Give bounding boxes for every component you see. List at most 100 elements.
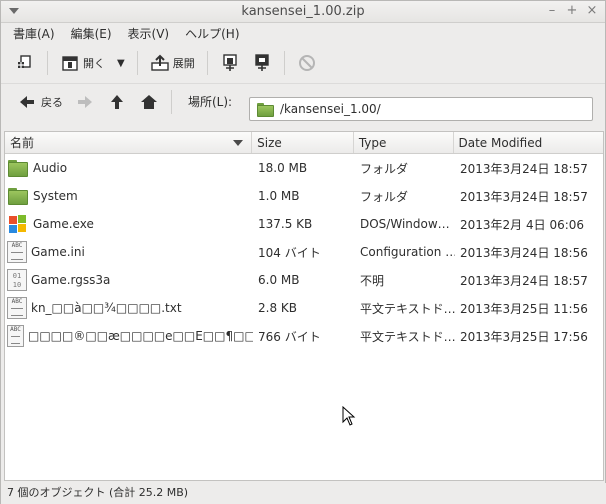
- file-name-cell: 01 10 Game.rgss3a: [5, 269, 253, 291]
- file-type: 平文テキストド…: [360, 329, 455, 344]
- new-archive-button[interactable]: [9, 48, 41, 78]
- text-file-icon: ABC: [7, 325, 24, 347]
- location-path: /kansensei_1.00/: [280, 102, 381, 116]
- open-archive-icon: [60, 53, 80, 73]
- file-size: 766 バイト: [258, 329, 321, 344]
- sort-descending-icon: [233, 140, 244, 146]
- home-button[interactable]: [133, 89, 165, 115]
- back-label: 戻る: [41, 95, 63, 109]
- file-name-cell: System: [5, 187, 253, 205]
- close-icon[interactable]: ×: [584, 3, 600, 19]
- back-arrow-icon: [17, 92, 37, 112]
- binary-file-icon: 01 10: [7, 269, 27, 291]
- title-bar: kansensei_1.00.zip – + ×: [1, 1, 605, 23]
- add-files-icon: [220, 53, 240, 73]
- column-header-type[interactable]: Type: [354, 132, 454, 153]
- file-name: Game.rgss3a: [31, 273, 111, 287]
- file-size: 1.0 MB: [258, 189, 300, 203]
- file-type: 平文テキストド…: [360, 301, 455, 316]
- new-archive-icon: [15, 53, 35, 73]
- file-modified: 2013年3月24日 18:57: [460, 189, 588, 204]
- text-file-icon: ABC: [7, 241, 27, 263]
- location-separator: [171, 89, 172, 114]
- file-modified: 2013年3月25日 11:56: [460, 301, 588, 316]
- file-name-cell: ABC □□□□®□□æ□□□□e□□E□□¶□□ú□□…: [5, 325, 253, 347]
- file-name: Game.exe: [33, 217, 94, 231]
- forward-arrow-icon: [75, 92, 95, 112]
- file-name-cell: ABC Game.ini: [5, 241, 253, 263]
- column-header-size[interactable]: Size: [252, 132, 354, 153]
- open-dropdown-button[interactable]: ▼: [111, 48, 131, 78]
- menu-edit[interactable]: 編集(E): [63, 25, 120, 42]
- toolbar-separator: [206, 51, 208, 75]
- column-header-modified[interactable]: Date Modified: [454, 132, 604, 153]
- file-name: kn_□□à□□¾□□□□.txt: [31, 301, 182, 315]
- file-type: 不明: [360, 273, 385, 288]
- table-row[interactable]: System 1.0 MB フォルダ 2013年3月24日 18:57: [5, 182, 603, 210]
- stop-icon: [297, 53, 317, 73]
- file-name-cell: ABC kn_□□à□□¾□□□□.txt: [5, 297, 253, 319]
- file-type: DOS/Window…: [360, 217, 450, 231]
- file-modified: 2013年3月24日 18:57: [460, 273, 588, 288]
- add-folder-button[interactable]: [246, 48, 278, 78]
- up-button[interactable]: [101, 89, 133, 115]
- location-input[interactable]: /kansensei_1.00/: [249, 97, 593, 121]
- file-name: System: [33, 189, 78, 203]
- maximize-icon[interactable]: +: [564, 3, 580, 19]
- extract-label: 展開: [172, 57, 195, 70]
- table-row[interactable]: ABC □□□□®□□æ□□□□e□□E□□¶□□ú□□… 766 バイト 平文…: [5, 322, 603, 350]
- table-row[interactable]: ABC kn_□□à□□¾□□□□.txt 2.8 KB 平文テキストド… 20…: [5, 294, 603, 322]
- file-size: 137.5 KB: [258, 217, 313, 231]
- folder-icon: [256, 102, 274, 117]
- file-list: 名前 Size Type Date Modified Audio 18.0 MB…: [4, 131, 604, 481]
- menu-archive[interactable]: 書庫(A): [5, 25, 63, 42]
- forward-button: [69, 89, 101, 115]
- text-file-icon: ABC: [7, 297, 27, 319]
- file-size: 18.0 MB: [258, 161, 308, 175]
- file-type: Configuration …: [360, 245, 455, 259]
- extract-icon: [150, 53, 170, 73]
- file-name: Audio: [33, 161, 68, 175]
- file-name: □□□□®□□æ□□□□e□□E□□¶□□ú□□…: [28, 329, 253, 343]
- column-header-name[interactable]: 名前: [5, 132, 253, 153]
- menu-bar: 書庫(A) 編集(E) 表示(V) ヘルプ(H): [1, 23, 605, 43]
- exe-icon: [7, 214, 29, 234]
- stop-button: [291, 48, 323, 78]
- table-row[interactable]: ABC Game.ini 104 バイト Configuration … 201…: [5, 238, 603, 266]
- menu-view[interactable]: 表示(V): [120, 25, 178, 42]
- file-name: Game.ini: [31, 245, 85, 259]
- file-list-header: 名前 Size Type Date Modified: [5, 132, 603, 154]
- window-title: kansensei_1.00.zip: [241, 4, 365, 19]
- toolbar-separator: [136, 51, 138, 75]
- table-row[interactable]: Game.exe 137.5 KB DOS/Window… 2013年2月 4日…: [5, 210, 603, 238]
- open-button[interactable]: 開く: [54, 48, 111, 78]
- file-size: 104 バイト: [258, 245, 321, 260]
- chevron-down-icon: ▼: [117, 57, 125, 69]
- menu-help[interactable]: ヘルプ(H): [177, 25, 247, 42]
- add-files-button[interactable]: [214, 48, 246, 78]
- status-bar: 7 個のオブジェクト (合計 25.2 MB): [1, 483, 606, 504]
- table-row[interactable]: Audio 18.0 MB フォルダ 2013年3月24日 18:57: [5, 154, 603, 182]
- file-name-cell: Audio: [5, 159, 253, 177]
- file-modified: 2013年3月24日 18:56: [460, 245, 588, 260]
- file-size: 2.8 KB: [258, 301, 297, 315]
- open-label: 開く: [83, 57, 105, 70]
- file-modified: 2013年3月25日 17:56: [460, 329, 588, 344]
- up-arrow-icon: [107, 92, 127, 112]
- file-size: 6.0 MB: [258, 273, 300, 287]
- location-label: 場所(L):: [188, 95, 233, 109]
- file-type: フォルダ: [360, 189, 409, 204]
- file-type: フォルダ: [360, 161, 409, 176]
- file-modified: 2013年2月 4日 06:06: [460, 217, 585, 232]
- column-name-label: 名前: [10, 136, 35, 150]
- extract-button[interactable]: 展開: [144, 48, 201, 78]
- file-name-cell: Game.exe: [5, 214, 253, 234]
- folder-icon: [7, 159, 29, 177]
- table-row[interactable]: 01 10 Game.rgss3a 6.0 MB 不明 2013年3月24日 18…: [5, 266, 603, 294]
- back-button[interactable]: 戻る: [11, 89, 69, 115]
- minimize-icon[interactable]: –: [544, 3, 560, 19]
- archive-manager-window: kansensei_1.00.zip – + × 書庫(A) 編集(E) 表示(…: [0, 0, 606, 504]
- toolbar-separator: [47, 51, 48, 75]
- file-modified: 2013年3月24日 18:57: [460, 161, 588, 176]
- home-icon: [139, 92, 159, 112]
